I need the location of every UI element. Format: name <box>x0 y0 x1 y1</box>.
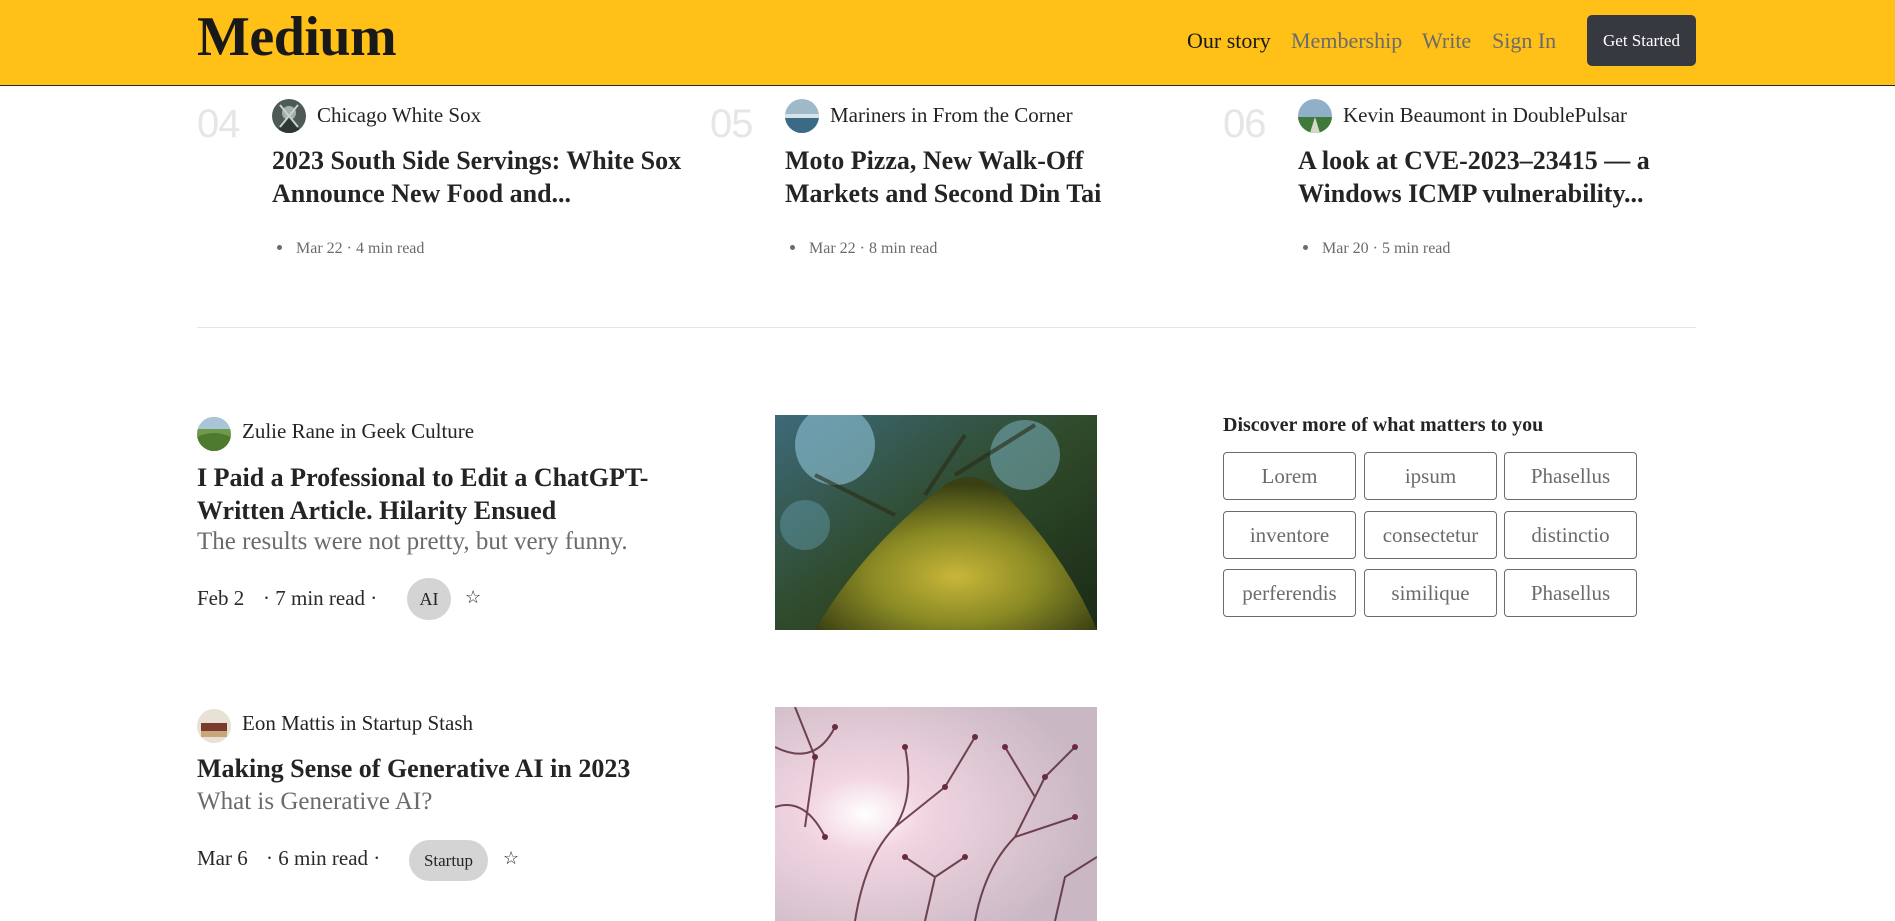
medium-logo[interactable]: Medium <box>197 6 397 68</box>
get-started-button[interactable]: Get Started <box>1587 15 1696 66</box>
topic-chip[interactable]: Phasellus <box>1504 569 1637 617</box>
section-divider <box>197 327 1696 328</box>
trending-title[interactable]: A look at CVE-2023–23415 — a Windows ICM… <box>1298 144 1688 210</box>
nav-our-story[interactable]: Our story <box>1187 27 1271 55</box>
trending-author[interactable]: Chicago White Sox <box>317 102 481 128</box>
star-icon[interactable]: ☆ <box>503 848 519 868</box>
trending-read-time: 5 min read <box>1381 240 1451 257</box>
author-avatar[interactable] <box>272 99 306 133</box>
avatar-image <box>785 99 819 133</box>
trending-meta: Mar 22 · 8 min read <box>790 239 937 259</box>
trending-title[interactable]: Moto Pizza, New Walk-Off Markets and Sec… <box>785 144 1155 210</box>
avatar-image <box>1298 99 1332 133</box>
trending-author[interactable]: Kevin Beaumont in DoublePulsar <box>1343 102 1627 128</box>
topic-chip[interactable]: Lorem <box>1223 452 1356 500</box>
trending-meta: Mar 20 · 5 min read <box>1303 239 1450 259</box>
article-subtitle[interactable]: The results were not pretty, but very fu… <box>197 526 628 558</box>
topic-chip[interactable]: similique <box>1364 569 1497 617</box>
article-date: Feb 2 <box>197 586 245 610</box>
trending-meta: Mar 22 · 4 min read <box>277 239 424 259</box>
article-title[interactable]: Making Sense of Generative AI in 2023 <box>197 752 630 785</box>
article-date: Mar 6 <box>197 846 248 870</box>
avatar-image <box>197 709 231 743</box>
blossom-branches-image <box>775 707 1097 921</box>
article-author[interactable]: Zulie Rane in Geek Culture <box>242 418 474 444</box>
topic-chip[interactable]: distinctio <box>1504 511 1637 559</box>
nav-write[interactable]: Write <box>1422 27 1471 55</box>
article-author[interactable]: Eon Mattis in Startup Stash <box>242 710 473 736</box>
topic-tag[interactable]: AI <box>407 578 451 620</box>
nav-sign-in[interactable]: Sign In <box>1492 27 1556 55</box>
trending-date: Mar 20 <box>1322 240 1369 257</box>
topic-chip[interactable]: inventore <box>1223 511 1356 559</box>
meta-dot <box>1303 244 1308 250</box>
top-header: Medium Our story Membership Write Sign I… <box>0 0 1895 86</box>
article-title-line: Written Article. Hilarity Ensued <box>197 496 557 525</box>
article-subtitle[interactable]: What is Generative AI? <box>197 786 432 818</box>
avatar-image <box>272 99 306 133</box>
article-read-time: · 7 min read · <box>263 586 378 610</box>
star-icon[interactable]: ☆ <box>465 587 481 607</box>
author-avatar[interactable] <box>785 99 819 133</box>
trending-date: Mar 22 <box>809 240 856 257</box>
article-thumbnail[interactable] <box>775 415 1097 630</box>
topic-chip[interactable]: ipsum <box>1364 452 1497 500</box>
article-thumbnail[interactable] <box>775 707 1097 921</box>
article-read-time: · 6 min read · <box>266 846 381 870</box>
article-title-line: I Paid a Professional to Edit a ChatGPT- <box>197 463 649 492</box>
author-avatar[interactable] <box>197 417 231 451</box>
meta-dot <box>790 244 795 250</box>
trending-number: 05 <box>710 102 753 146</box>
trending-number: 04 <box>197 102 240 146</box>
article-title[interactable]: I Paid a Professional to Edit a ChatGPT-… <box>197 461 648 527</box>
trending-date: Mar 22 <box>296 240 343 257</box>
topic-chip[interactable]: perferendis <box>1223 569 1356 617</box>
moss-tree-image <box>775 415 1097 630</box>
trending-read-time: 4 min read <box>355 240 425 257</box>
meta-dot <box>277 244 282 250</box>
trending-number: 06 <box>1223 102 1266 146</box>
nav-membership[interactable]: Membership <box>1291 27 1402 55</box>
avatar-image <box>197 417 231 451</box>
topic-chip[interactable]: consectetur <box>1364 511 1497 559</box>
trending-read-time: 8 min read <box>868 240 938 257</box>
topic-chip[interactable]: Phasellus <box>1504 452 1637 500</box>
discover-heading: Discover more of what matters to you <box>1223 414 1544 436</box>
trending-author[interactable]: Mariners in From the Corner <box>830 102 1073 128</box>
topic-tag[interactable]: Startup <box>409 840 488 881</box>
author-avatar[interactable] <box>197 709 231 743</box>
author-avatar[interactable] <box>1298 99 1332 133</box>
trending-title[interactable]: 2023 South Side Servings: White Sox Anno… <box>272 144 692 210</box>
